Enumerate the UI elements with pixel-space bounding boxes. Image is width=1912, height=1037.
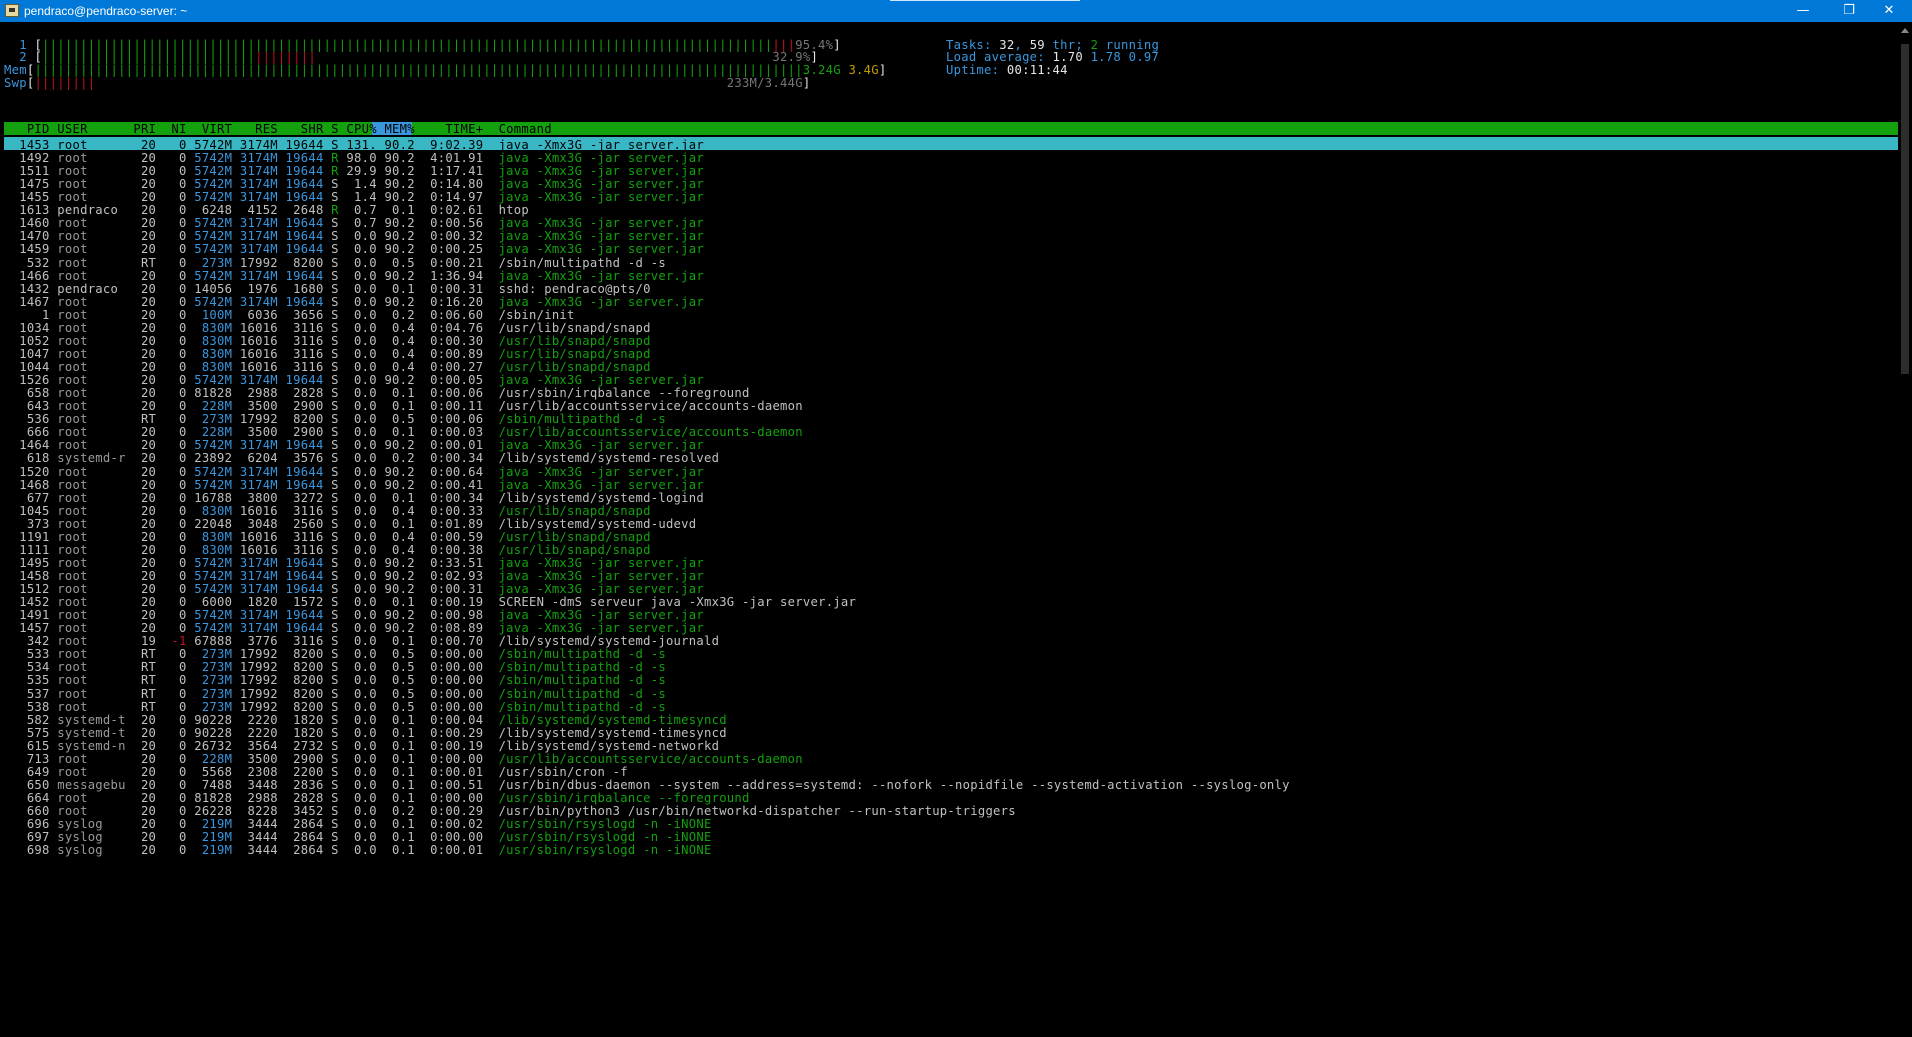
- column-header-mem-pct[interactable]: MEM%: [377, 122, 415, 136]
- process-pid: 698: [4, 843, 50, 858]
- process-virt: 219M: [186, 843, 233, 858]
- process-time: 0:00.01: [414, 843, 484, 858]
- column-header-pid[interactable]: PID: [4, 122, 50, 136]
- process-row[interactable]: 698 syslog 20 0 219M 3444 2864 S 0.0 0.1…: [4, 842, 712, 858]
- column-header-cpu-pct[interactable]: CPU%: [339, 122, 377, 136]
- process-shr: 2864: [277, 843, 324, 858]
- meter-swp: Swp[|||||||| 233M/3.44G]: [4, 76, 811, 90]
- column-header-time-plus[interactable]: TIME+: [415, 122, 483, 136]
- process-user: syslog: [49, 843, 126, 858]
- meter-label: Swp: [4, 76, 27, 90]
- window-titlebar: pendraco@pendraco-server: ~ — ❐ ✕: [0, 0, 1912, 22]
- process-pri: 20: [125, 843, 157, 858]
- uptime-line: Uptime: 00:11:44: [946, 63, 1068, 77]
- column-header-pri[interactable]: PRI: [126, 122, 156, 136]
- column-header-s[interactable]: S: [324, 122, 339, 136]
- scrollbar-thumb[interactable]: [1901, 44, 1909, 374]
- terminal-area[interactable]: 1 [|||||||||||||||||||||||||||||||||||||…: [0, 22, 1898, 1037]
- column-header-res[interactable]: RES: [232, 122, 278, 136]
- process-command: /usr/sbin/rsyslogd -n -iNONE: [483, 843, 712, 858]
- scroll-up-arrow-icon[interactable]: [1901, 28, 1909, 33]
- vertical-scrollbar[interactable]: [1898, 22, 1912, 1037]
- process-ni: 0: [156, 843, 187, 858]
- column-header-ni[interactable]: NI: [156, 122, 186, 136]
- process-mem: 0.1: [376, 843, 415, 858]
- column-header-virt[interactable]: VIRT: [187, 122, 233, 136]
- minimize-button[interactable]: —: [1780, 0, 1826, 22]
- column-header-row[interactable]: PID USER PRI NI VIRT RES SHR S CPU% MEM%…: [4, 121, 552, 137]
- meter-value: 233M/3.44G: [726, 76, 803, 90]
- process-state: S: [323, 843, 339, 858]
- titlebar-highlight-line: [890, 0, 1080, 1]
- putty-terminal-icon[interactable]: [5, 4, 19, 17]
- process-cpu: 0.0: [338, 843, 377, 858]
- window-title: pendraco@pendraco-server: ~: [24, 4, 188, 18]
- meter-total: 3.4G: [848, 63, 879, 77]
- column-header-shr[interactable]: SHR: [278, 122, 324, 136]
- column-header-user[interactable]: USER: [50, 122, 126, 136]
- column-header-command[interactable]: Command: [483, 122, 552, 136]
- close-button[interactable]: ✕: [1866, 0, 1912, 22]
- process-res: 3444: [232, 843, 278, 858]
